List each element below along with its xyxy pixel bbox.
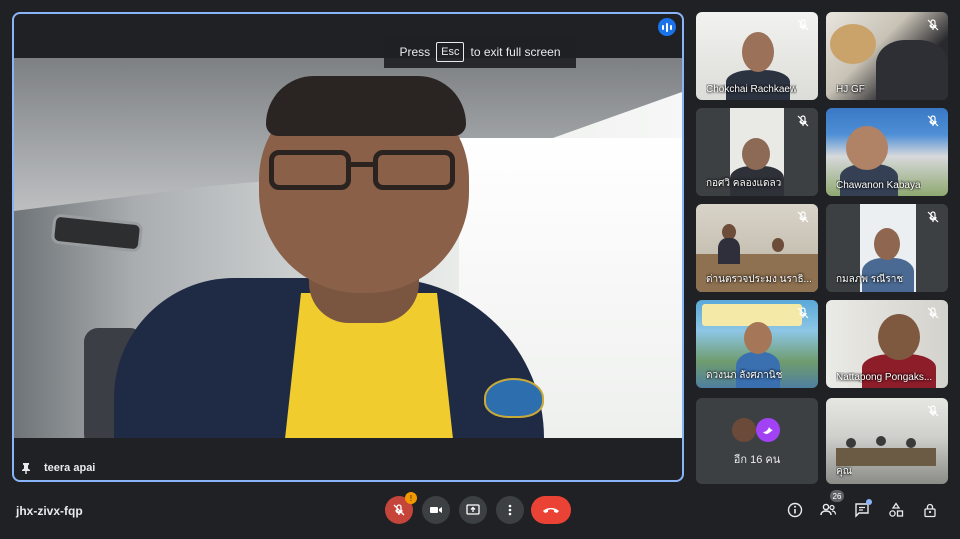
- people-button[interactable]: [818, 500, 838, 520]
- pin-icon[interactable]: [20, 462, 32, 474]
- participant-tile[interactable]: ดวงนภ ลังศภานิช: [696, 300, 818, 388]
- participant-tile[interactable]: ด่านตรวจประมง นราธิ...: [696, 204, 818, 292]
- participant-name: ดวงนภ ลังศภานิช: [706, 370, 783, 381]
- speaker-hair: [266, 76, 466, 136]
- participant-name: Chokchai Rachkaew: [706, 84, 798, 95]
- speaker-name-label: teera apai: [20, 462, 95, 474]
- camera-icon: [430, 507, 442, 513]
- people-icon: [820, 503, 837, 516]
- more-vert-icon: [508, 504, 512, 516]
- jacket-emblem: [484, 378, 544, 418]
- participant-name: Chawanon Kabaya: [836, 180, 921, 191]
- mic-off-icon: [927, 405, 939, 417]
- participant-tile[interactable]: คุณ: [826, 398, 948, 484]
- mic-off-icon: [797, 211, 809, 223]
- host-controls-button[interactable]: [920, 500, 940, 520]
- participant-count-badge: 26: [830, 490, 844, 502]
- toast-press-text: Press: [399, 45, 431, 59]
- participant-name: HJ GF: [836, 84, 865, 95]
- present-screen-icon: [466, 504, 480, 515]
- avatar: [756, 418, 780, 442]
- info-icon: [787, 502, 803, 518]
- leave-call-button[interactable]: [531, 496, 571, 524]
- mic-off-icon: [927, 211, 939, 223]
- toast-esc-key: Esc: [436, 42, 465, 62]
- participant-tile[interactable]: Chokchai Rachkaew: [696, 12, 818, 100]
- car-grab-handle: [50, 213, 144, 253]
- more-participants-tile[interactable]: อีก 16 คน: [696, 398, 818, 484]
- meeting-details-button[interactable]: [785, 500, 805, 520]
- mic-warning-badge: !: [405, 492, 417, 504]
- more-participants-label: อีก 16 คน: [733, 454, 781, 466]
- activities-icon: [889, 502, 904, 517]
- mic-off-icon: [797, 307, 809, 319]
- more-options-button[interactable]: [496, 496, 524, 524]
- participant-tile[interactable]: Nattapong Pongaks...: [826, 300, 948, 388]
- avatar: [732, 418, 756, 442]
- participant-tile[interactable]: กมลภพ รณีราช: [826, 204, 948, 292]
- mic-off-icon: [927, 307, 939, 319]
- toast-rest-text: to exit full screen: [470, 45, 561, 59]
- participant-name: ด่านตรวจประมง นราธิ...: [706, 274, 812, 285]
- participant-name: คุณ: [836, 466, 852, 477]
- main-stage[interactable]: Press Esc to exit full screen teera apai: [12, 12, 684, 482]
- hang-up-icon: [543, 508, 559, 513]
- speaker-glasses: [269, 150, 459, 194]
- participant-name: Nattapong Pongaks...: [836, 372, 933, 383]
- speaking-indicator-icon: [658, 18, 676, 36]
- activities-button[interactable]: [886, 500, 906, 520]
- mic-off-icon: [927, 115, 939, 127]
- participant-name: กมลภพ รณีราช: [836, 274, 904, 285]
- mic-off-icon: [797, 19, 809, 31]
- bird-icon: [763, 427, 773, 434]
- main-video-feed: [14, 58, 682, 438]
- present-screen-button[interactable]: [459, 496, 487, 524]
- camera-toggle-button[interactable]: [422, 496, 450, 524]
- mic-off-icon: [393, 504, 405, 516]
- participant-name: กอศวิ คลองแดลว: [706, 178, 782, 189]
- mic-toggle-button[interactable]: !: [385, 492, 417, 524]
- meeting-code: jhx-zivx-fqp: [16, 504, 83, 518]
- fullscreen-toast: Press Esc to exit full screen: [384, 36, 576, 68]
- participant-tile[interactable]: กอศวิ คลองแดลว: [696, 108, 818, 196]
- lock-person-icon: [924, 503, 936, 518]
- mic-off-icon: [927, 19, 939, 31]
- participant-tile[interactable]: HJ GF: [826, 12, 948, 100]
- speaker-name: teera apai: [44, 462, 96, 474]
- mic-off-icon: [797, 115, 809, 127]
- chat-unread-dot: [866, 499, 872, 505]
- participant-tile[interactable]: Chawanon Kabaya: [826, 108, 948, 196]
